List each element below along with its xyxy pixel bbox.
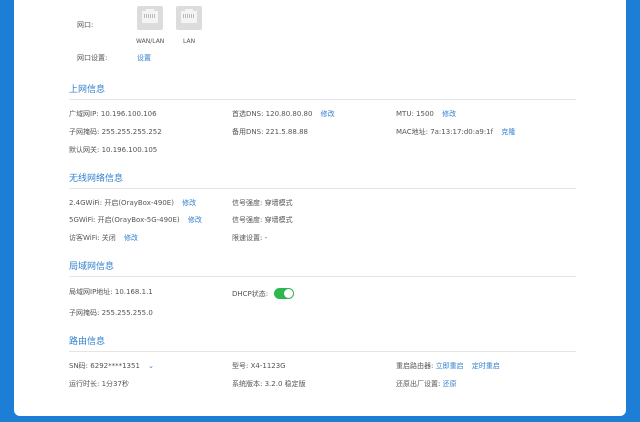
wifi5-label: 5GWiFi:: [69, 216, 96, 224]
wireless-divider: [69, 188, 576, 189]
dhcp-toggle[interactable]: [274, 288, 294, 299]
primary-dns-edit-link[interactable]: 修改: [321, 110, 335, 118]
backup-dns-row: 备用DNS: 221.5.88.88: [232, 128, 308, 137]
guest-wifi-edit-link[interactable]: 修改: [124, 234, 138, 242]
lan-ip-value: 10.168.1.1: [114, 288, 153, 296]
mac-clone-link[interactable]: 克隆: [501, 128, 515, 136]
reboot-label: 重启路由器:: [396, 362, 434, 370]
primary-dns-label: 首选DNS:: [232, 110, 264, 118]
mtu-label: MTU:: [396, 110, 414, 118]
mac-value: 7a:13:17:d0:a9:1f: [430, 128, 494, 136]
primary-dns-row: 首选DNS: 120.80.80.80 修改: [232, 110, 335, 119]
wifi5-edit-link[interactable]: 修改: [188, 216, 202, 224]
uptime-value: 1分37秒: [101, 380, 129, 388]
mtu-row: MTU: 1500 修改: [396, 110, 456, 119]
lan-port-label: LAN: [183, 38, 196, 45]
model-row: 型号: X4-1123G: [232, 362, 286, 371]
wan-port-icon: [137, 6, 163, 30]
lan-subnet-value: 255.255.255.0: [101, 309, 153, 317]
primary-dns-value: 120.80.80.80: [265, 110, 313, 118]
sn-value: 6292****1351: [90, 362, 140, 370]
subnet-value: 255.255.255.252: [101, 128, 162, 136]
signal1-row: 信号强度: 穿墙模式: [232, 199, 293, 208]
speed-limit-value: -: [264, 234, 268, 242]
wifi24-label: 2.4GWiFi:: [69, 199, 103, 207]
signal2-value: 穿墙模式: [264, 216, 293, 224]
wifi24-row: 2.4GWiFi: 开启(OrayBox-490E) 修改: [69, 199, 196, 208]
internet-divider: [69, 99, 576, 100]
lan-subnet-row: 子网掩码: 255.255.255.0: [69, 309, 153, 318]
version-row: 系统版本: 3.2.0 稳定版: [232, 380, 306, 389]
model-label: 型号:: [232, 362, 249, 370]
wifi5-value: 开启(OrayBox-5G-490E): [97, 216, 180, 224]
subnet-label: 子网掩码:: [69, 128, 100, 136]
lan-section-title: 局域网信息: [69, 262, 115, 272]
wan-ip-value: 10.196.100.106: [100, 110, 157, 118]
gateway-row: 默认网关: 10.196.100.105: [69, 146, 157, 155]
uptime-label: 运行时长:: [69, 380, 100, 388]
signal1-value: 穿墙模式: [264, 199, 293, 207]
guest-wifi-label: 访客WiFi:: [69, 234, 100, 242]
backup-dns-value: 221.5.88.88: [265, 128, 308, 136]
mac-row: MAC地址: 7a:13:17:d0:a9:1f 克隆: [396, 128, 515, 137]
ports-label: 网口:: [77, 21, 94, 29]
wifi24-edit-link[interactable]: 修改: [182, 199, 196, 207]
version-value: 3.2.0 稳定版: [264, 380, 306, 388]
lan-ip-label: 局域网IP地址:: [69, 288, 113, 296]
lan-ip-row: 局域网IP地址: 10.168.1.1: [69, 288, 153, 297]
mac-label: MAC地址:: [396, 128, 428, 136]
speed-limit-row: 限速设置: -: [232, 234, 267, 243]
router-divider: [69, 351, 576, 352]
wan-ip-row: 广域网IP: 10.196.100.106: [69, 110, 157, 119]
dhcp-toggle-knob: [284, 289, 293, 298]
signal1-label: 信号强度:: [232, 199, 263, 207]
wan-ip-label: 广域网IP:: [69, 110, 99, 118]
reboot-row: 重启路由器: 立即重启 定时重启: [396, 362, 500, 371]
mtu-edit-link[interactable]: 修改: [442, 110, 456, 118]
port-settings-link[interactable]: 设置: [137, 54, 151, 63]
speed-limit-label: 限速设置:: [232, 234, 263, 242]
reboot-now-link[interactable]: 立即重启: [436, 362, 464, 370]
factory-reset-row: 还原出厂设置: 还原: [396, 380, 457, 389]
gateway-value: 10.196.100.105: [101, 146, 158, 154]
sn-label: SN码:: [69, 362, 89, 370]
guest-wifi-value: 关闭: [101, 234, 116, 242]
wan-port-label: WAN/LAN: [136, 38, 165, 45]
router-section-title: 路由信息: [69, 337, 106, 347]
factory-reset-label: 还原出厂设置:: [396, 380, 441, 388]
signal2-row: 信号强度: 穿墙模式: [232, 216, 293, 225]
backup-dns-label: 备用DNS:: [232, 128, 264, 136]
lan-subnet-label: 子网掩码:: [69, 309, 100, 317]
internet-section-title: 上网信息: [69, 85, 106, 95]
subnet-row: 子网掩码: 255.255.255.252: [69, 128, 162, 137]
mtu-value: 1500: [416, 110, 434, 118]
lan-port-icon: [176, 6, 202, 30]
port-settings-label: 网口设置:: [77, 54, 108, 62]
wireless-section-title: 无线网络信息: [69, 174, 124, 184]
lan-divider: [69, 276, 576, 277]
model-value: X4-1123G: [250, 362, 286, 370]
show-sn-chevron-icon[interactable]: ⌄: [148, 362, 154, 370]
sn-row: SN码: 6292****1351 ⌄: [69, 362, 154, 371]
version-label: 系统版本:: [232, 380, 263, 388]
guest-wifi-row: 访客WiFi: 关闭 修改: [69, 234, 138, 243]
signal2-label: 信号强度:: [232, 216, 263, 224]
gateway-label: 默认网关:: [69, 146, 100, 154]
wifi24-value: 开启(OrayBox-490E): [104, 199, 174, 207]
wifi5-row: 5GWiFi: 开启(OrayBox-5G-490E) 修改: [69, 216, 202, 225]
uptime-row: 运行时长: 1分37秒: [69, 380, 129, 389]
dhcp-label: DHCP状态:: [232, 290, 269, 298]
timed-reboot-link[interactable]: 定时重启: [472, 362, 500, 370]
factory-reset-link[interactable]: 还原: [443, 380, 457, 388]
router-status-panel: 网口: WAN/LAN LAN 网口设置: 设置 上网信息 广域网IP: 10.…: [14, 0, 626, 416]
